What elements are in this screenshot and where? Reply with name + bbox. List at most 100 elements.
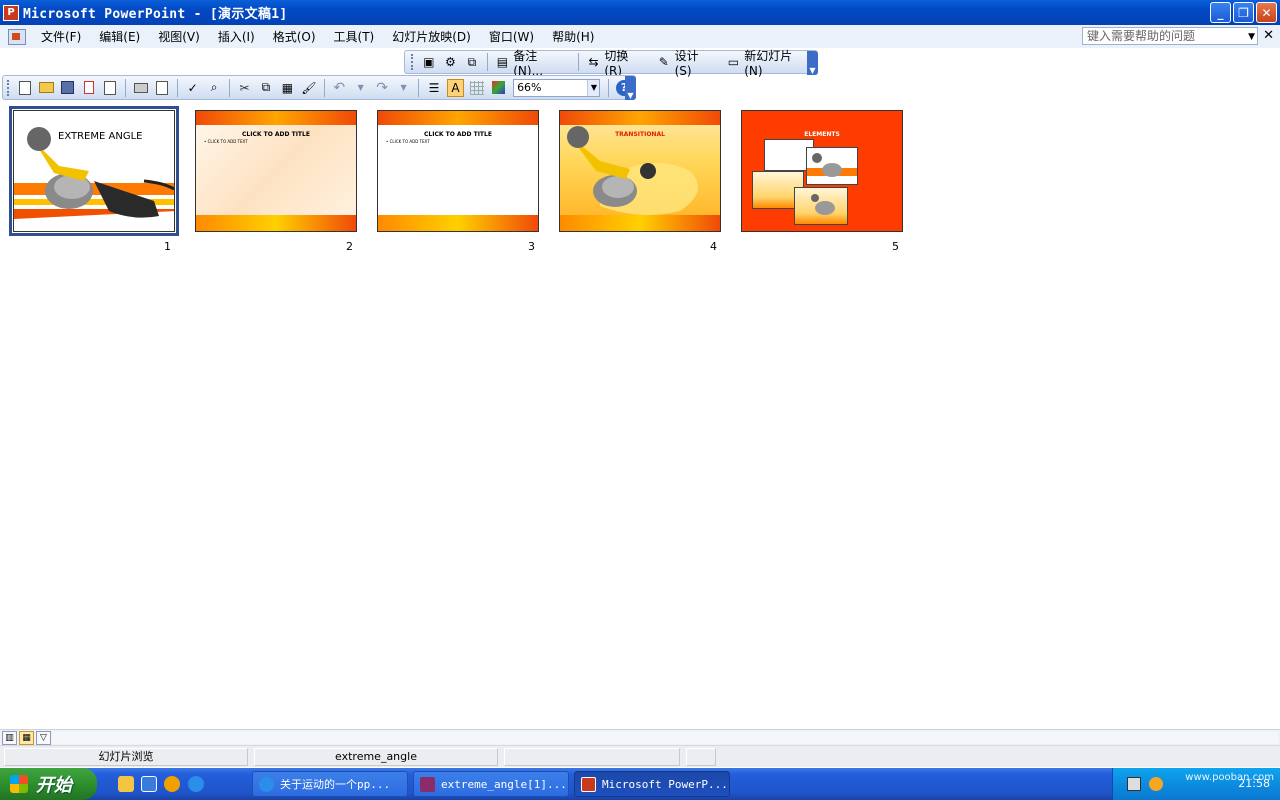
- slide-thumbnail-2[interactable]: CLICK TO ADD TITLE • CLICK TO ADD TEXT: [195, 110, 357, 232]
- keyboard-icon[interactable]: [1127, 777, 1141, 791]
- toolbar-options-icon[interactable]: ▼: [625, 76, 636, 100]
- new-slide-button[interactable]: 新幻灯片(N): [744, 47, 809, 78]
- new-document-icon[interactable]: [16, 79, 33, 97]
- quicklaunch-explorer-icon[interactable]: [141, 776, 157, 792]
- redo-icon[interactable]: [373, 79, 390, 97]
- new-slide-icon[interactable]: ▭: [725, 53, 743, 71]
- zoom-select[interactable]: 66% ▼: [513, 78, 601, 97]
- permission-icon[interactable]: [80, 79, 97, 97]
- research-icon[interactable]: ⌕: [205, 79, 222, 97]
- restore-button[interactable]: ❐: [1233, 2, 1254, 23]
- help-search-placeholder: 键入需要帮助的问题: [1087, 29, 1196, 43]
- menu-edit[interactable]: 编辑(E): [90, 28, 149, 45]
- chevron-down-icon[interactable]: ▼: [1248, 29, 1255, 45]
- slide-thumbnail-4[interactable]: TRANSITIONAL: [559, 110, 721, 232]
- status-view: 幻灯片浏览: [4, 748, 248, 766]
- quicklaunch-ie-icon[interactable]: [188, 776, 204, 792]
- zoom-value: 66%: [517, 80, 542, 94]
- taskbar-item-powerpoint[interactable]: Microsoft PowerP...: [574, 771, 730, 797]
- help-search-input[interactable]: 键入需要帮助的问题 ▼: [1082, 27, 1258, 45]
- notes-icon[interactable]: ▤: [494, 53, 512, 71]
- slide-sorter-view-button[interactable]: ▦: [19, 730, 34, 745]
- slideshow-view-button[interactable]: ▽: [36, 730, 51, 745]
- cut-icon[interactable]: [236, 79, 253, 97]
- winrar-icon: [420, 776, 435, 792]
- view-bar: ▥ ▦ ▽: [0, 729, 1280, 745]
- color-grayscale-icon[interactable]: [490, 79, 507, 97]
- quicklaunch-media-icon[interactable]: [164, 776, 180, 792]
- open-folder-icon[interactable]: [37, 79, 54, 97]
- mini-slide-preview: [794, 187, 848, 225]
- close-button[interactable]: ✕: [1256, 2, 1277, 23]
- taskbar-item-winrar[interactable]: extreme_angle[1]...: [413, 771, 569, 797]
- document-close-icon[interactable]: ✕: [1263, 28, 1274, 43]
- menu-slideshow[interactable]: 幻灯片放映(D): [383, 28, 480, 45]
- menu-file[interactable]: 文件(F): [32, 28, 90, 45]
- transition-icon[interactable]: ⇆: [585, 53, 603, 71]
- task-label: Microsoft PowerP...: [602, 777, 728, 791]
- transition-button[interactable]: 切换(R): [604, 47, 645, 78]
- print-preview-icon[interactable]: [154, 79, 171, 97]
- save-icon[interactable]: [59, 79, 76, 97]
- powerpoint-icon: [581, 776, 596, 792]
- task-label: extreme_angle[1]...: [441, 777, 567, 791]
- show-formatting-icon[interactable]: A: [446, 78, 465, 97]
- slide-thumbnail-3[interactable]: CLICK TO ADD TITLE • CLICK TO ADD TEXT: [377, 110, 539, 232]
- slide-number-5: 5: [892, 240, 899, 253]
- design-icon[interactable]: ✎: [655, 53, 673, 71]
- minimize-button[interactable]: _: [1210, 2, 1231, 23]
- copy-icon[interactable]: ⧉: [257, 79, 274, 97]
- rider-figure-image: [567, 126, 698, 215]
- menu-help[interactable]: 帮助(H): [543, 28, 603, 45]
- show-grid-icon[interactable]: [468, 79, 485, 97]
- format-painter-icon[interactable]: 🖌: [300, 79, 317, 97]
- undo-icon[interactable]: [331, 79, 348, 97]
- start-label: 开始: [36, 775, 72, 796]
- expand-slide-icon[interactable]: ⧉: [463, 53, 481, 71]
- slide-sorter-toolbar: ▣ ⚙ ⧉ ▤ 备注(N)... ⇆ 切换(R) ✎ 设计(S) ▭ 新幻灯片(…: [404, 49, 818, 78]
- horizontal-scrollbar[interactable]: [52, 732, 1278, 744]
- toolbar-grip[interactable]: [411, 54, 414, 70]
- menu-insert[interactable]: 插入(I): [209, 28, 264, 45]
- toolbar-options-icon[interactable]: ▼: [807, 51, 818, 75]
- network-icon[interactable]: [1149, 777, 1163, 791]
- slide-thumbnail-5[interactable]: ELEMENTS: [741, 110, 903, 232]
- slide-number-2: 2: [346, 240, 353, 253]
- hide-slide-icon[interactable]: ▣: [420, 53, 438, 71]
- menu-tools[interactable]: 工具(T): [325, 28, 384, 45]
- email-icon[interactable]: [102, 79, 119, 97]
- standard-toolbar: ✓ ⌕ ⧉ ▦ 🖌 ▼ ▼ ☰ A 66% ▼ ? ▼: [2, 75, 636, 100]
- slide-title: ELEMENTS: [804, 131, 840, 138]
- summary-slide-icon[interactable]: ⚙: [442, 53, 460, 71]
- undo-dropdown-icon[interactable]: ▼: [352, 79, 369, 97]
- start-button[interactable]: 开始: [0, 768, 97, 800]
- quicklaunch-desktop-icon[interactable]: [118, 776, 134, 792]
- design-button[interactable]: 设计(S): [675, 47, 715, 78]
- rider-figure-image: [14, 127, 174, 231]
- mini-slide-preview: [806, 147, 858, 185]
- slide-sorter-area[interactable]: EXTREME ANGLE 1 CLICK TO ADD TITLE • CLI…: [0, 101, 1280, 729]
- slide-thumbnail-1[interactable]: EXTREME ANGLE: [9, 106, 179, 236]
- slide-number-1: 1: [164, 240, 171, 253]
- print-icon[interactable]: [132, 79, 149, 97]
- status-empty: [686, 748, 716, 766]
- toolbar-grip[interactable]: [7, 79, 10, 96]
- menu-window[interactable]: 窗口(W): [480, 28, 543, 45]
- redo-dropdown-icon[interactable]: ▼: [395, 79, 412, 97]
- menu-format[interactable]: 格式(O): [264, 28, 325, 45]
- status-design: extreme_angle: [254, 748, 498, 766]
- taskbar-item-ie[interactable]: 关于运动的一个pp...: [252, 771, 408, 797]
- chevron-down-icon[interactable]: ▼: [587, 79, 600, 96]
- notes-button[interactable]: 备注(N)...: [513, 47, 566, 78]
- task-label: 关于运动的一个pp...: [280, 778, 391, 791]
- expand-all-icon[interactable]: ☰: [425, 79, 442, 97]
- slide-number-4: 4: [710, 240, 717, 253]
- powerpoint-app-icon[interactable]: P: [3, 4, 19, 21]
- slide-bullet: • CLICK TO ADD TEXT: [386, 139, 430, 144]
- status-bar: 幻灯片浏览 extreme_angle: [0, 745, 1280, 767]
- menu-view[interactable]: 视图(V): [149, 28, 209, 45]
- paste-icon[interactable]: ▦: [279, 79, 296, 97]
- normal-view-button[interactable]: ▥: [2, 730, 17, 745]
- document-control-icon[interactable]: [8, 28, 26, 45]
- spelling-icon[interactable]: ✓: [184, 79, 201, 97]
